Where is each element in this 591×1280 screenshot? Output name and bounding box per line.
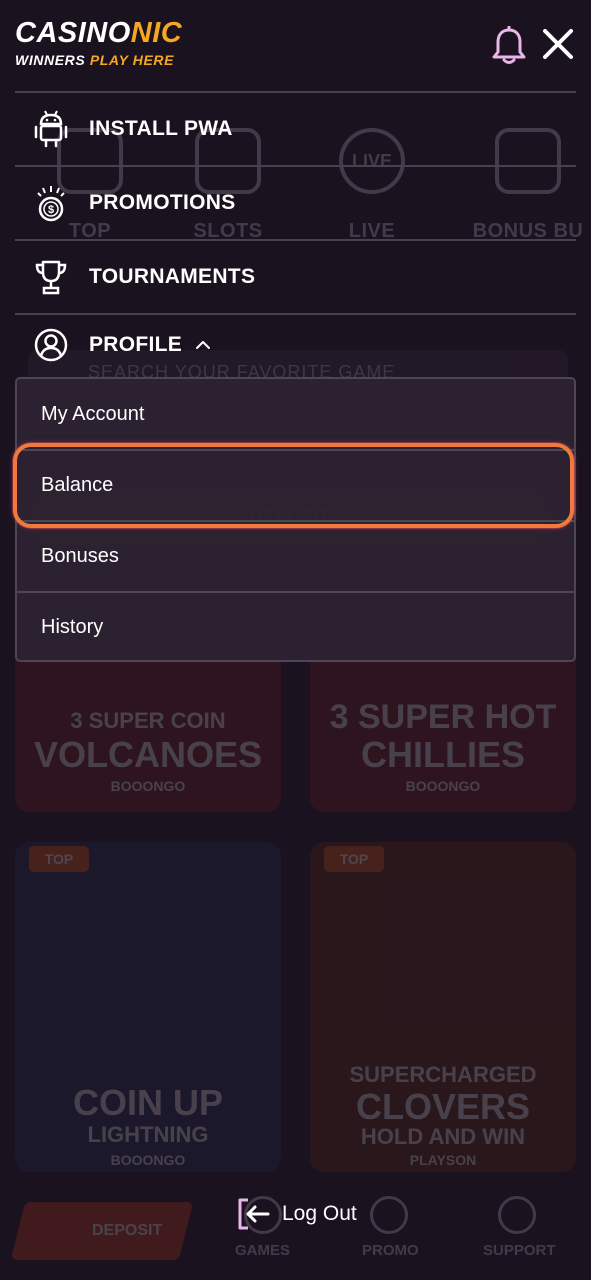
- logo-part2: NIC: [130, 17, 183, 49]
- logo-wordmark: CASINONIC: [15, 16, 182, 50]
- menu-item-label: INSTALL PWA: [89, 117, 233, 140]
- promo-icon: [370, 1196, 408, 1234]
- submenu-item-label: My Account: [41, 403, 145, 425]
- game-title-line2: VOLCANOES: [33, 734, 263, 775]
- bottom-deposit-label: DEPOSIT: [92, 1222, 163, 1239]
- game-card: 3 SUPER HOT CHILLIES BOOONGO: [310, 640, 576, 812]
- user-circle-icon: [29, 323, 73, 367]
- nav-games-label: GAMES: [235, 1242, 291, 1259]
- game-card: TOP SUPERCHARGED CLOVERS HOLD AND WIN PL…: [310, 842, 576, 1172]
- submenu-item-bonuses[interactable]: Bonuses: [17, 521, 574, 592]
- submenu-item-label: History: [41, 616, 104, 638]
- submenu-item-label: Bonuses: [41, 545, 119, 567]
- logo-tagline-part2: PLAY HERE: [89, 52, 175, 68]
- game-provider: BOOONGO: [110, 778, 186, 794]
- money-bag-icon: $: [29, 181, 73, 225]
- game-title-line2: LIGHTNING: [87, 1122, 209, 1147]
- logo-part1: CASINO: [15, 17, 131, 49]
- top-badge: TOP: [29, 846, 89, 872]
- game-title-line2: CLOVERS: [355, 1086, 531, 1127]
- menu-item-label: PROMOTIONS: [89, 191, 236, 214]
- menu-item-install-pwa[interactable]: INSTALL PWA: [15, 93, 576, 165]
- chat-icon: [498, 1196, 536, 1234]
- logout-label: Log Out: [282, 1202, 357, 1225]
- android-icon: [29, 107, 73, 151]
- game-title-line3: HOLD AND WIN: [360, 1124, 526, 1149]
- game-title-line1: 3 SUPER HOT: [329, 698, 557, 736]
- game-card: TOP COIN UP LIGHTNING BOOONGO: [15, 842, 281, 1172]
- menu-item-profile[interactable]: PROFILE: [15, 312, 576, 378]
- game-title-line2: CHILLIES: [360, 734, 525, 775]
- game-provider: PLAYSON: [409, 1152, 477, 1168]
- close-icon[interactable]: [538, 24, 578, 64]
- menu-item-label: PROFILE: [89, 333, 183, 356]
- game-title-line1: COIN UP: [72, 1082, 223, 1123]
- game-title-line1: SUPERCHARGED: [349, 1062, 537, 1087]
- menu-item-label: TOURNAMENTS: [89, 265, 256, 288]
- logo-tagline-part1: WINNERS: [15, 52, 90, 68]
- chevron-up-icon[interactable]: [194, 336, 212, 354]
- logout-icon: [238, 1198, 270, 1230]
- nav-support-label: SUPPORT: [483, 1242, 556, 1259]
- menu-header: CASINONIC WINNERS PLAY HERE: [0, 0, 591, 92]
- bell-icon[interactable]: [490, 25, 528, 66]
- balance-highlight-outline: [13, 443, 574, 528]
- bottom-deposit-button: [10, 1202, 194, 1260]
- trophy-icon: [29, 255, 73, 299]
- game-card: 3 SUPER COIN VOLCANOES BOOONGO: [15, 640, 281, 812]
- submenu-item-history[interactable]: History: [17, 592, 574, 663]
- svg-text:$: $: [48, 204, 54, 216]
- logo[interactable]: CASINONIC WINNERS PLAY HERE: [15, 16, 182, 68]
- top-badge: TOP: [324, 846, 384, 872]
- submenu-item-my-account[interactable]: My Account: [17, 379, 574, 450]
- logo-tagline: WINNERS PLAY HERE: [15, 52, 182, 68]
- nav-promo-label: PROMO: [362, 1242, 419, 1259]
- logout-button[interactable]: Log Out: [234, 1194, 357, 1234]
- game-provider: BOOONGO: [110, 1152, 186, 1168]
- game-provider: BOOONGO: [405, 778, 481, 794]
- menu-item-promotions[interactable]: $ PROMOTIONS: [15, 167, 576, 239]
- menu-item-tournaments[interactable]: TOURNAMENTS: [15, 241, 576, 313]
- game-title-line1: 3 SUPER COIN: [70, 708, 226, 733]
